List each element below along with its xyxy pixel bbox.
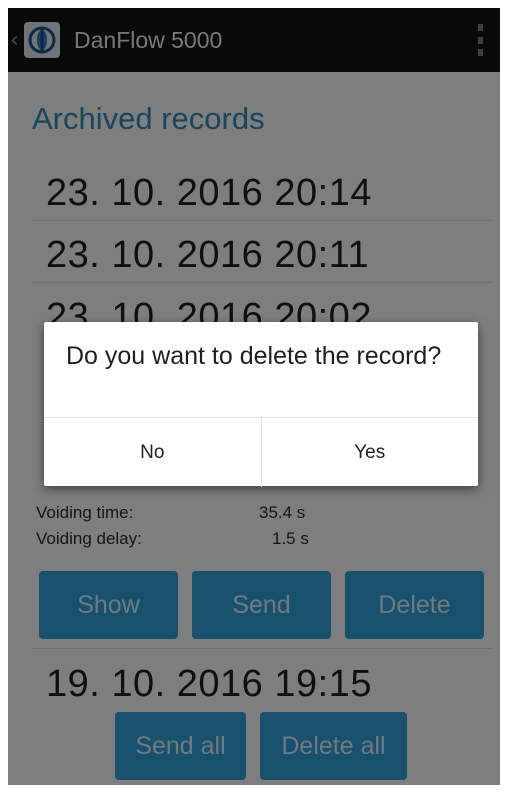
dialog-actions: No Yes [44, 417, 478, 487]
app-screen: ‹ DanFlow 5000 Archived records 23. 10. … [8, 8, 500, 785]
yes-button[interactable]: Yes [260, 418, 479, 487]
no-button[interactable]: No [44, 418, 261, 487]
dialog-message: Do you want to delete the record? [66, 342, 442, 370]
confirm-delete-dialog: Do you want to delete the record? No Yes [44, 322, 478, 487]
